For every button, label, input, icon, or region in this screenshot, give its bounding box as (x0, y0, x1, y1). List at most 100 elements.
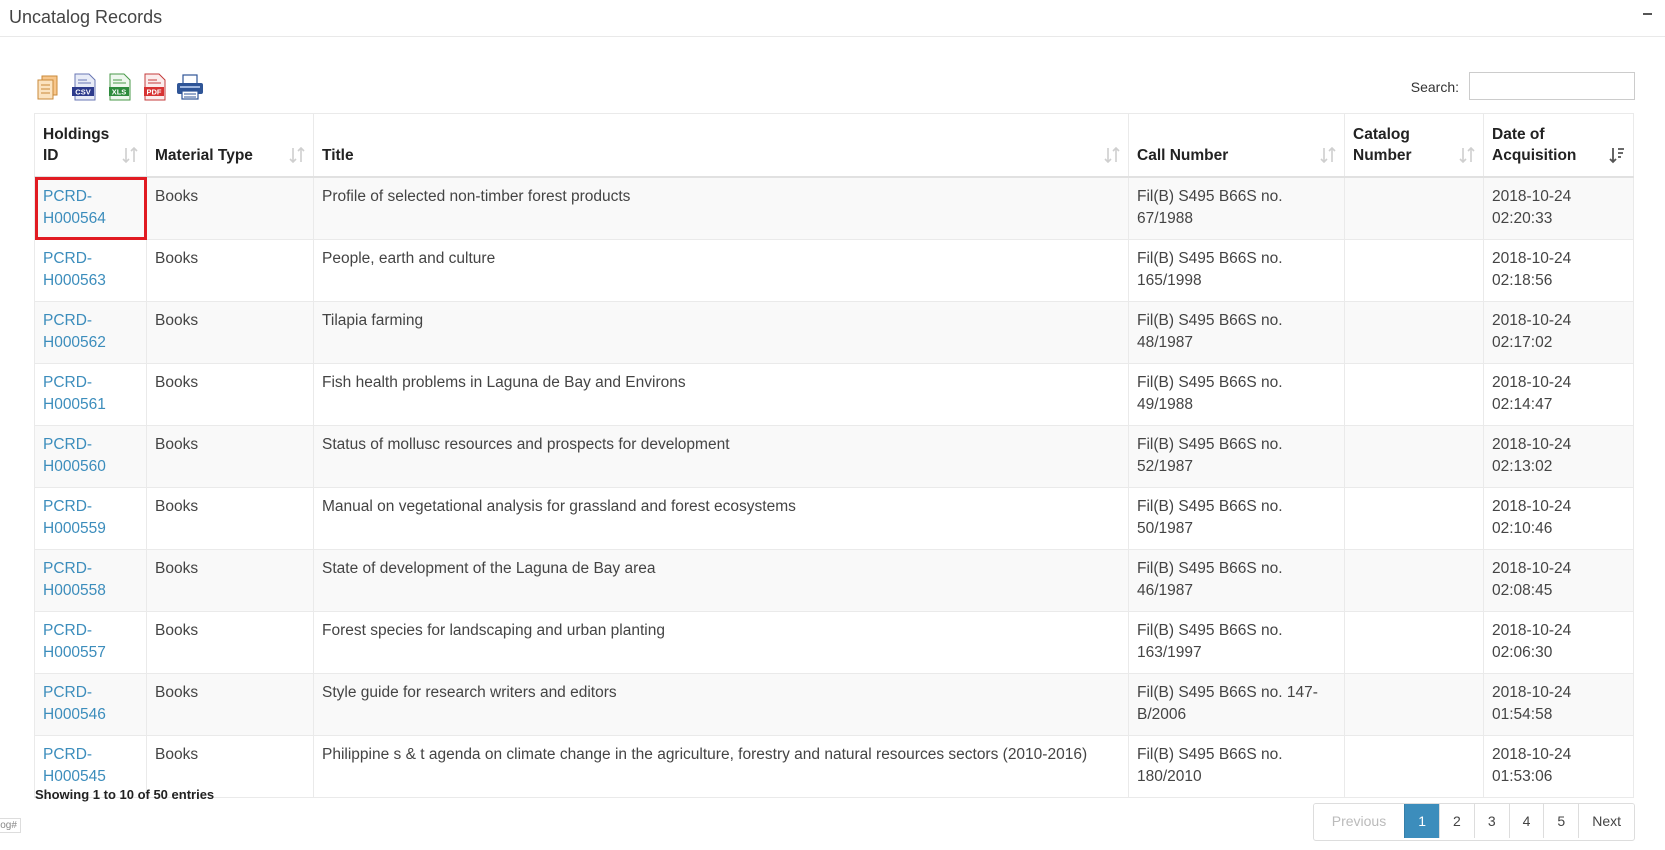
holdings-id-link[interactable]: PCRD- H000559 (43, 498, 106, 537)
panel-header: Uncatalog Records (0, 0, 1665, 37)
csv-icon: CSV (72, 73, 96, 101)
date-acquisition-cell: 2018-10-24 01:54:58 (1483, 673, 1634, 736)
catalog-number-cell (1344, 239, 1484, 302)
material-type-cell: Books (146, 611, 314, 674)
holdings-id-link[interactable]: PCRD- H000560 (43, 436, 106, 475)
call-number-cell: Fil(B) S495 B66S no. 48/1987 (1128, 301, 1345, 364)
search-area: Search: (1405, 72, 1635, 102)
holdings-id-cell: PCRD- H000560 (34, 425, 147, 488)
column-header-label: Date of Acquisition (1492, 126, 1577, 164)
call-number-cell: Fil(B) S495 B66S no. 50/1987 (1128, 487, 1345, 550)
date-acquisition-cell: 2018-10-24 02:17:02 (1483, 301, 1634, 364)
holdings-id-link[interactable]: PCRD- H000562 (43, 312, 106, 351)
holdings-id-cell: PCRD- H000561 (34, 363, 147, 426)
table-header-row: Holdings ID Material Type Title Call Num… (34, 113, 1634, 178)
material-type-cell: Books (146, 425, 314, 488)
catalog-number-cell (1344, 425, 1484, 488)
collapse-button[interactable] (1641, 5, 1655, 19)
next-page-button[interactable]: Next (1578, 804, 1634, 838)
column-header-label: Holdings ID (43, 126, 110, 164)
page-button-4[interactable]: 4 (1508, 804, 1544, 838)
title-cell: Philippine s & t agenda on climate chang… (313, 735, 1129, 798)
uncatalog-records-table: Holdings ID Material Type Title Call Num… (34, 113, 1634, 798)
table-row: PCRD- H000545 Books Philippine s & t agenda… (34, 735, 1634, 798)
date-acquisition-cell: 2018-10-24 02:14:47 (1483, 363, 1634, 426)
table-row: PCRD- H000562 Books Tilapia farming Fil(B) S… (34, 301, 1634, 364)
date-acquisition-cell: 2018-10-24 02:20:33 (1483, 176, 1634, 240)
column-header-date-of-acquisition[interactable]: Date of Acquisition (1483, 113, 1634, 178)
excel-button[interactable]: XLS (105, 72, 135, 102)
holdings-id-cell: PCRD- H000558 (34, 549, 147, 612)
column-header-call-number[interactable]: Call Number (1128, 113, 1345, 178)
column-header-label: Title (322, 147, 354, 164)
print-button[interactable] (175, 72, 205, 102)
holdings-id-link[interactable]: PCRD- H000557 (43, 622, 106, 661)
excel-icon: XLS (109, 73, 131, 101)
material-type-cell: Books (146, 487, 314, 550)
table-row: PCRD- H000560 Books Status of mollusc resou… (34, 425, 1634, 488)
page-button-1[interactable]: 1 (1404, 804, 1440, 838)
date-acquisition-cell: 2018-10-24 02:13:02 (1483, 425, 1634, 488)
column-header-material-type[interactable]: Material Type (146, 113, 314, 178)
page-button-2[interactable]: 2 (1439, 804, 1474, 838)
table-row: PCRD- H000561 Books Fish health problems in… (34, 363, 1634, 426)
date-acquisition-cell: 2018-10-24 02:06:30 (1483, 611, 1634, 674)
title-cell: Style guide for research writers and edi… (313, 673, 1129, 736)
pdf-button[interactable]: PDF (140, 72, 170, 102)
sort-both-icon (1104, 146, 1120, 164)
table-row: PCRD- H000557 Books Forest species for land… (34, 611, 1634, 674)
material-type-cell: Books (146, 549, 314, 612)
catalog-number-cell (1344, 487, 1484, 550)
pdf-icon: PDF (144, 73, 166, 101)
column-header-catalog-number[interactable]: Catalog Number (1344, 113, 1484, 178)
holdings-id-link[interactable]: PCRD- H000561 (43, 374, 106, 413)
holdings-id-cell: PCRD- H000563 (34, 239, 147, 302)
column-header-label: Catalog Number (1353, 126, 1412, 164)
catalog-number-cell (1344, 363, 1484, 426)
search-label: Search: (1410, 79, 1459, 95)
title-cell: People, earth and culture (313, 239, 1129, 302)
table-row: PCRD- H000564 Books Profile of selected non… (34, 176, 1634, 240)
call-number-cell: Fil(B) S495 B66S no. 147-B/2006 (1128, 673, 1345, 736)
material-type-cell: Books (146, 176, 314, 240)
holdings-id-cell: PCRD- H000559 (34, 487, 147, 550)
copy-button[interactable] (35, 72, 65, 102)
call-number-cell: Fil(B) S495 B66S no. 165/1998 (1128, 239, 1345, 302)
search-input[interactable] (1469, 72, 1635, 100)
holdings-id-link[interactable]: PCRD- H000564 (43, 188, 106, 227)
copy-icon (37, 75, 58, 100)
column-header-holdings-id[interactable]: Holdings ID (34, 113, 147, 178)
holdings-id-link[interactable]: PCRD- H000558 (43, 560, 106, 599)
previous-page-button[interactable]: Previous (1313, 804, 1405, 838)
table-row: PCRD- H000563 Books People, earth and cultu… (34, 239, 1634, 302)
call-number-cell: Fil(B) S495 B66S no. 49/1988 (1128, 363, 1345, 426)
excel-icon-label: XLS (112, 88, 127, 97)
csv-button[interactable]: CSV (70, 72, 100, 102)
material-type-cell: Books (146, 363, 314, 426)
holdings-id-link[interactable]: PCRD- H000546 (43, 684, 106, 723)
sort-descending-icon (1609, 148, 1624, 164)
holdings-id-cell: PCRD- H000562 (34, 301, 147, 364)
title-cell: Profile of selected non-timber forest pr… (313, 176, 1129, 240)
table-info: Showing 1 to 10 of 50 entries (35, 787, 215, 802)
call-number-cell: Fil(B) S495 B66S no. 163/1997 (1128, 611, 1345, 674)
csv-icon-label: CSV (75, 88, 90, 97)
title-cell: Forest species for landscaping and urban… (313, 611, 1129, 674)
pagination: Previous 1 2 3 4 5 Next (1312, 803, 1635, 841)
page-button-5[interactable]: 5 (1543, 804, 1579, 838)
material-type-cell: Books (146, 239, 314, 302)
holdings-id-link[interactable]: PCRD- H000563 (43, 250, 106, 289)
catalog-number-cell (1344, 301, 1484, 364)
sort-both-icon (1320, 146, 1336, 164)
table-row: PCRD- H000558 Books State of development of… (34, 549, 1634, 612)
catalog-number-cell (1344, 735, 1484, 798)
date-acquisition-cell: 2018-10-24 02:18:56 (1483, 239, 1634, 302)
holdings-id-link[interactable]: PCRD- H000545 (43, 746, 106, 785)
page-button-3[interactable]: 3 (1473, 804, 1509, 838)
catalog-number-cell (1344, 549, 1484, 612)
date-acquisition-cell: 2018-10-24 02:08:45 (1483, 549, 1634, 612)
holdings-id-cell: PCRD- H000557 (34, 611, 147, 674)
column-header-title[interactable]: Title (313, 113, 1129, 178)
table-row: PCRD- H000559 Books Manual on vegetational … (34, 487, 1634, 550)
title-cell: Status of mollusc resources and prospect… (313, 425, 1129, 488)
